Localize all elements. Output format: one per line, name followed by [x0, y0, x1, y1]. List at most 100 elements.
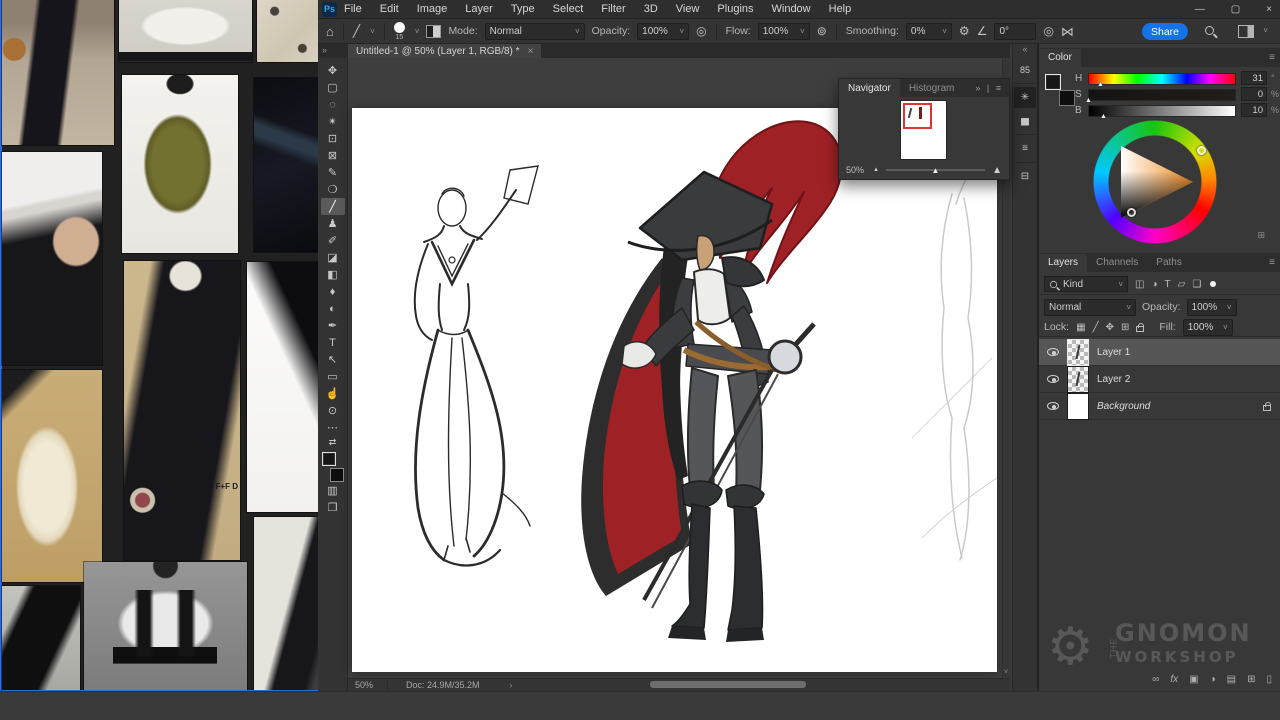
link-layers-icon[interactable]: ∞: [1152, 674, 1159, 685]
collapse-toolbar-icon[interactable]: »: [322, 45, 327, 55]
menu-edit[interactable]: Edit: [380, 3, 399, 15]
menu-select[interactable]: Select: [553, 3, 584, 15]
screen-mode-button[interactable]: ❐: [321, 499, 345, 516]
menu-help[interactable]: Help: [829, 3, 852, 15]
menu-type[interactable]: Type: [511, 3, 535, 15]
moodboard-photo-olive-vest[interactable]: [122, 75, 238, 253]
color-triangle[interactable]: [1105, 132, 1205, 232]
brush-angle-field[interactable]: 0°: [994, 23, 1036, 40]
hue-value[interactable]: 31: [1241, 71, 1267, 85]
canvas[interactable]: [352, 108, 997, 672]
layer-name[interactable]: Layer 1: [1097, 347, 1130, 358]
hue-ring-selector[interactable]: [1197, 146, 1206, 155]
shape-tool[interactable]: ▭: [321, 368, 345, 385]
panel-menu-icon[interactable]: » | ≡: [975, 83, 1009, 93]
foreground-background-swatches[interactable]: [322, 452, 344, 482]
adjustment-layer-icon[interactable]: ◑: [1210, 674, 1216, 685]
chevron-down-icon[interactable]: ˅: [1263, 26, 1268, 35]
foreground-color-swatch[interactable]: [322, 452, 336, 466]
frame-tool[interactable]: ⊠: [321, 147, 345, 164]
pressure-size-icon[interactable]: ◎: [1043, 25, 1053, 37]
delete-layer-icon[interactable]: ▯: [1266, 674, 1272, 685]
horizontal-scrollbar[interactable]: [650, 681, 806, 688]
tab-layers[interactable]: Layers: [1039, 254, 1087, 272]
blur-tool[interactable]: ♦: [321, 283, 345, 300]
menu-file[interactable]: File: [344, 3, 362, 15]
healing-brush-tool[interactable]: ❍: [321, 181, 345, 198]
brightness-slider-thumb[interactable]: ▲: [1100, 113, 1107, 120]
filter-shape-layers-icon[interactable]: ▱: [1178, 279, 1186, 290]
search-icon[interactable]: [1205, 26, 1214, 35]
type-tool[interactable]: T: [321, 334, 345, 351]
moodboard-photo-chiffon[interactable]: [2, 370, 102, 582]
brightness-value[interactable]: 10: [1241, 103, 1267, 117]
moodboard-photo-pants[interactable]: [2, 152, 102, 365]
kind-filter-dropdown[interactable]: Kind ˅: [1044, 276, 1128, 292]
opacity-dropdown[interactable]: 100% ˅: [637, 23, 689, 40]
status-zoom[interactable]: 50%: [348, 679, 388, 692]
layer-blend-mode-dropdown[interactable]: Normal ˅: [1044, 299, 1136, 316]
moodboard-photo-lace[interactable]: [257, 0, 320, 62]
hand-tool[interactable]: ☝: [321, 385, 345, 402]
layer-name[interactable]: Layer 2: [1097, 374, 1130, 385]
saturation-slider-thumb[interactable]: ▲: [1085, 97, 1092, 104]
color-wheel-panel-icon[interactable]: ✳: [1014, 87, 1036, 108]
new-layer-icon[interactable]: ⊞: [1247, 674, 1255, 685]
moodboard-photo-black-dress[interactable]: F+F D: [124, 261, 240, 560]
chevron-down-icon[interactable]: ˅: [370, 27, 375, 36]
minimize-button[interactable]: —: [1195, 4, 1205, 15]
menu-3d[interactable]: 3D: [644, 3, 658, 15]
histogram-panel-icon[interactable]: ▅: [1014, 110, 1036, 131]
hue-slider[interactable]: [1089, 74, 1235, 84]
layer-opacity-dropdown[interactable]: 100% ˅: [1187, 299, 1237, 316]
patterns-panel-icon[interactable]: ⊟: [1014, 166, 1036, 187]
navigator-zoom-value[interactable]: 50%: [839, 165, 873, 175]
layer-visibility-icon[interactable]: [1047, 375, 1059, 383]
history-brush-tool[interactable]: ✐: [321, 232, 345, 249]
status-chevron-icon[interactable]: ›: [510, 680, 513, 690]
saturation-slider[interactable]: [1089, 90, 1235, 100]
moodboard-photo-boots[interactable]: [2, 586, 80, 690]
crop-tool[interactable]: ⊡: [321, 130, 345, 147]
tab-color[interactable]: Color: [1039, 49, 1081, 67]
maximize-button[interactable]: ▢: [1231, 4, 1240, 15]
reference-moodboard[interactable]: F+F D: [0, 0, 318, 720]
moodboard-photo-blouse[interactable]: [119, 0, 252, 62]
quick-mask-button[interactable]: ▥: [321, 482, 345, 499]
background-color-swatch[interactable]: [1059, 90, 1075, 106]
menu-image[interactable]: Image: [417, 3, 448, 15]
layer-row-1[interactable]: Layer 1: [1039, 339, 1280, 366]
filter-adjustment-layers-icon[interactable]: ◑: [1151, 279, 1157, 290]
moodboard-photo-white-drape[interactable]: [247, 262, 320, 512]
flow-dropdown[interactable]: 100% ˅: [758, 23, 810, 40]
pen-tool[interactable]: ✒: [321, 317, 345, 334]
add-mask-icon[interactable]: ▣: [1189, 674, 1198, 685]
expand-panels-icon[interactable]: «: [1022, 44, 1027, 58]
workspace-icon[interactable]: [1238, 25, 1254, 38]
swap-colors-icon[interactable]: ⇄: [321, 436, 345, 448]
moodboard-photo-armor[interactable]: [254, 78, 320, 252]
layer-name[interactable]: Background: [1097, 401, 1150, 412]
layer-visibility-icon[interactable]: [1047, 402, 1059, 410]
lock-transparency-icon[interactable]: ▦: [1076, 322, 1085, 333]
background-color-swatch[interactable]: [330, 468, 344, 482]
filter-smart-objects-icon[interactable]: ❏: [1192, 279, 1201, 290]
panel-menu-icon[interactable]: ≡: [1269, 257, 1275, 268]
zoom-slider[interactable]: ▲: [886, 169, 985, 171]
menu-layer[interactable]: Layer: [465, 3, 493, 15]
tab-histogram[interactable]: Histogram: [900, 79, 964, 97]
lock-paint-icon[interactable]: ╱: [1093, 322, 1099, 333]
lock-all-icon[interactable]: [1136, 326, 1144, 332]
brush-tool[interactable]: ╱: [321, 198, 345, 215]
moodboard-photo-harness[interactable]: [84, 562, 247, 690]
brushes-panel-icon[interactable]: 85: [1014, 59, 1036, 80]
brightness-slider[interactable]: [1089, 106, 1235, 116]
fill-dropdown[interactable]: 100% ˅: [1183, 319, 1233, 336]
scroll-down-icon[interactable]: ˅: [1004, 669, 1008, 676]
more-tools[interactable]: ⋯: [321, 419, 345, 436]
lock-position-icon[interactable]: ✥: [1106, 322, 1114, 333]
close-tab-icon[interactable]: ×: [528, 46, 534, 57]
lasso-tool[interactable]: ◌: [321, 96, 345, 113]
layer-thumbnail[interactable]: [1068, 340, 1088, 365]
color-swatches[interactable]: [1045, 74, 1075, 106]
